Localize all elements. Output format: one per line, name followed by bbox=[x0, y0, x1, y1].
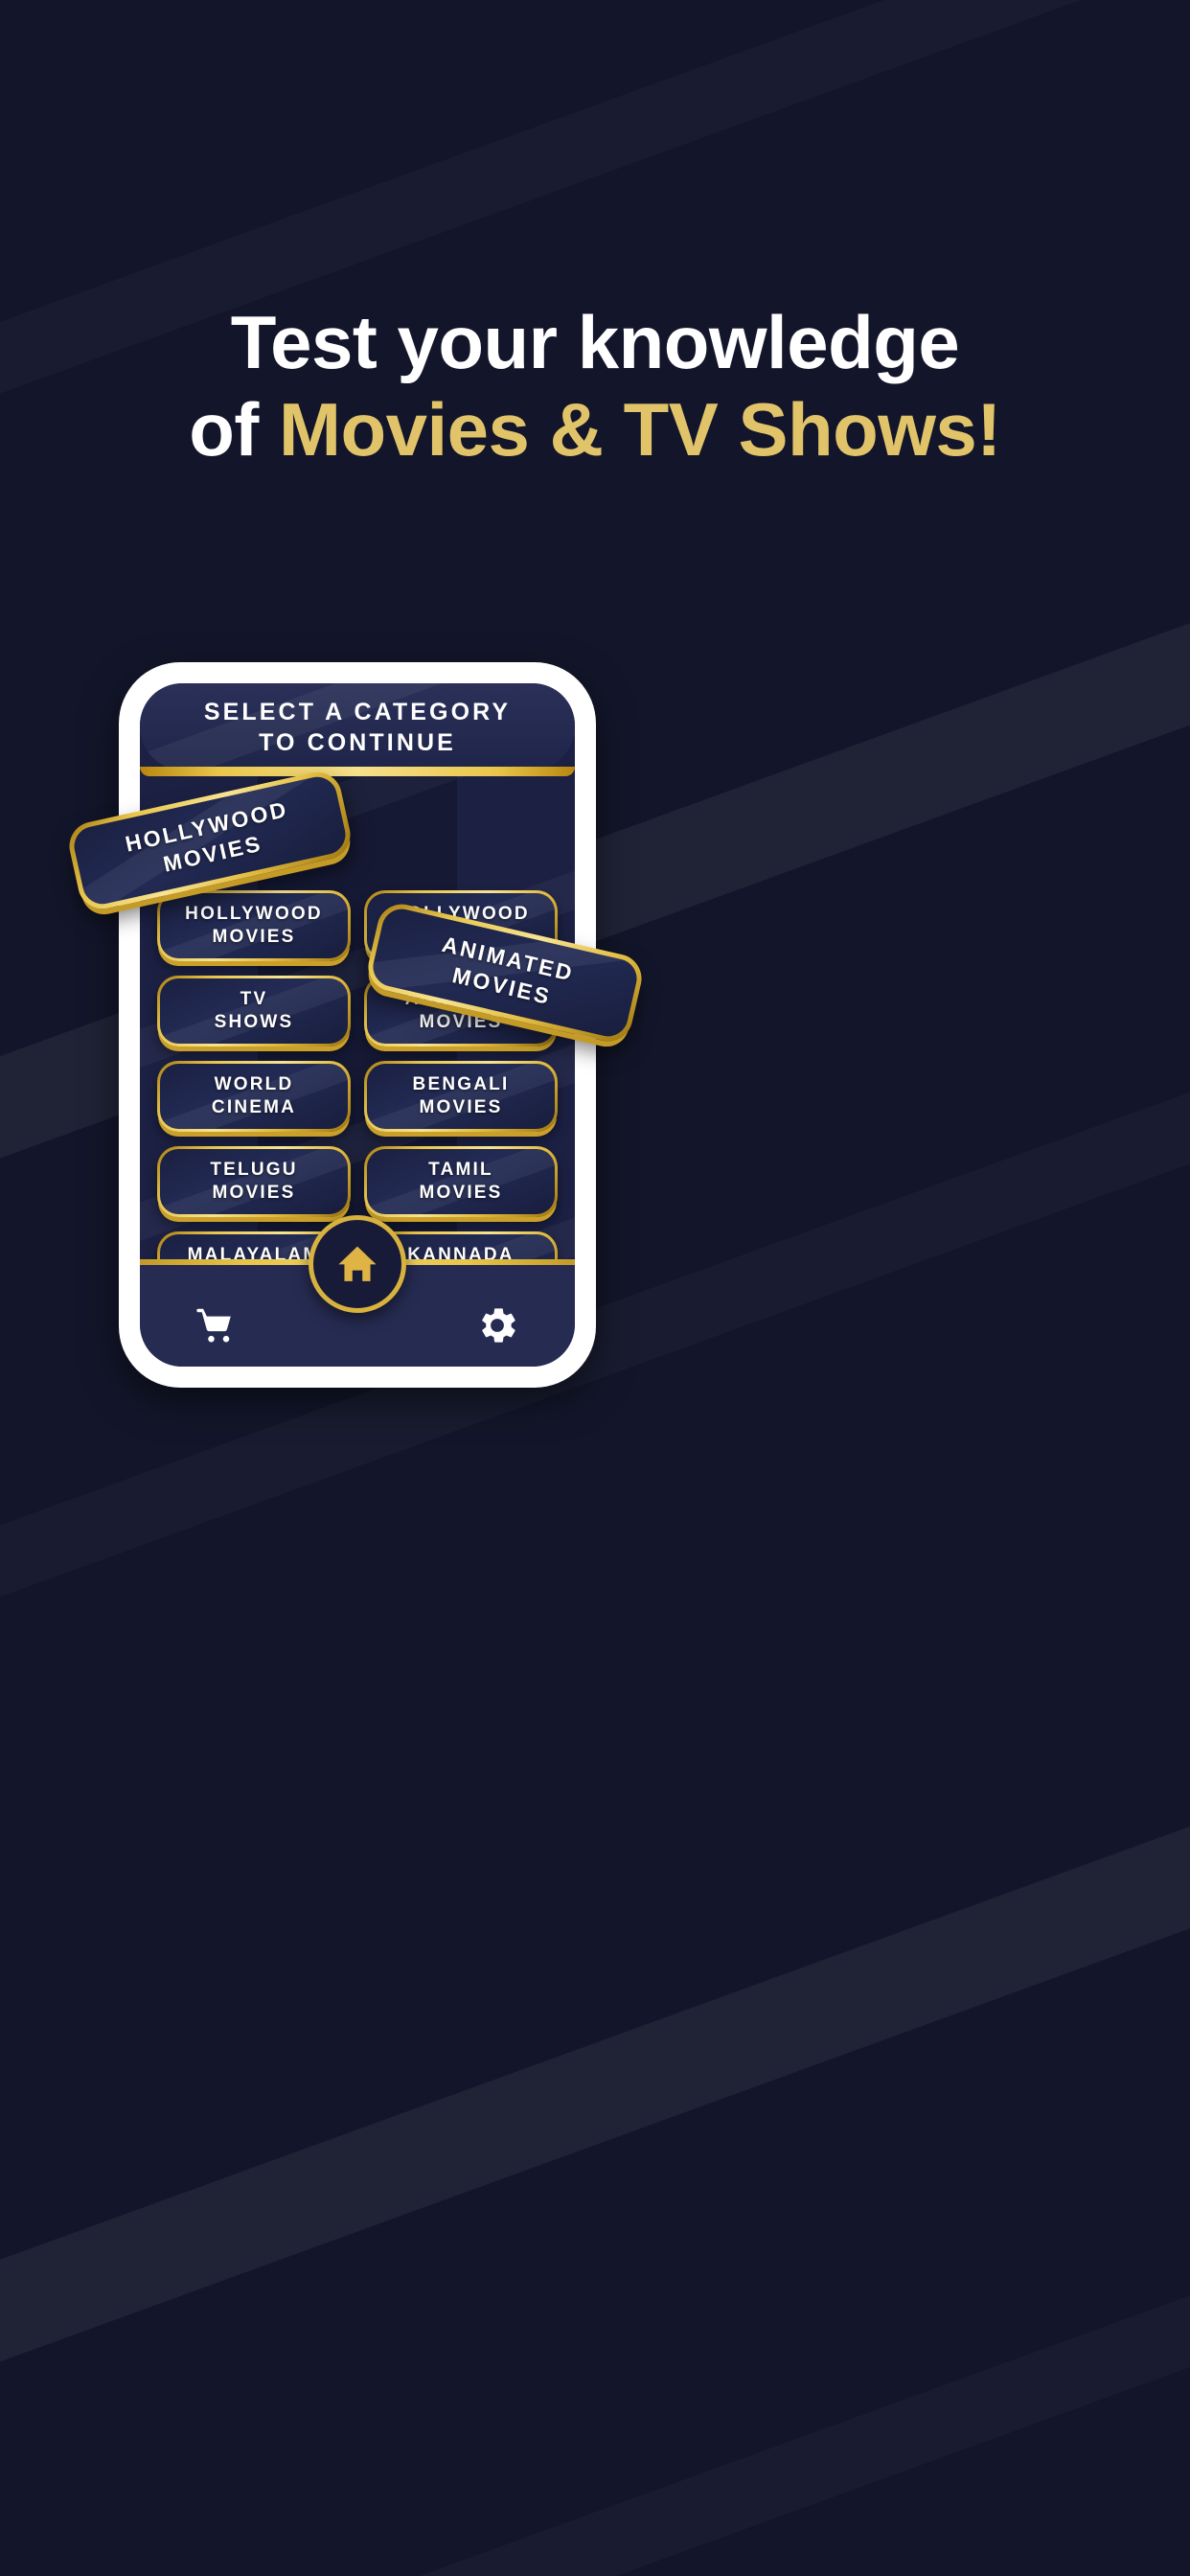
bottom-navigation-bar bbox=[140, 1215, 575, 1367]
category-button-tv-shows[interactable]: TV SHOWS bbox=[157, 976, 351, 1046]
category-label: TV SHOWS bbox=[214, 989, 294, 1032]
category-button-world-cinema[interactable]: WORLD CINEMA bbox=[157, 1061, 351, 1132]
category-label: WORLD CINEMA bbox=[211, 1074, 297, 1117]
headline-line-2: of Movies & TV Shows! bbox=[0, 386, 1190, 473]
category-button-telugu-movies[interactable]: TELUGU MOVIES bbox=[157, 1146, 351, 1217]
phone-mockup: SELECT A CATEGORY TO CONTINUE HOLLYWOOD … bbox=[64, 662, 647, 1388]
category-label: HOLLYWOOD MOVIES bbox=[185, 904, 323, 947]
category-label: TELUGU MOVIES bbox=[210, 1160, 298, 1203]
category-label: BENGALI MOVIES bbox=[412, 1074, 510, 1117]
home-icon bbox=[338, 1246, 377, 1281]
banner-text: SELECT A CATEGORY TO CONTINUE bbox=[204, 697, 511, 758]
gear-icon[interactable] bbox=[471, 1300, 523, 1351]
category-button-tamil-movies[interactable]: TAMIL MOVIES bbox=[364, 1146, 558, 1217]
headline-line-1: Test your knowledge bbox=[230, 300, 960, 384]
phone-screen: SELECT A CATEGORY TO CONTINUE HOLLYWOOD … bbox=[140, 683, 575, 1367]
banner-gold-edge bbox=[140, 767, 575, 776]
category-cell: BENGALI MOVIES bbox=[364, 1061, 558, 1132]
category-cell: TAMIL MOVIES bbox=[364, 1146, 558, 1217]
category-cell: WORLD CINEMA bbox=[157, 1061, 351, 1132]
headline: Test your knowledge of Movies & TV Shows… bbox=[0, 299, 1190, 474]
banner-line-1: SELECT A CATEGORY bbox=[203, 698, 512, 725]
category-row: WORLD CINEMA BENGALI MOVIES bbox=[157, 1061, 558, 1132]
category-button-hollywood-movies[interactable]: HOLLYWOOD MOVIES bbox=[157, 890, 351, 961]
home-button[interactable] bbox=[309, 1215, 406, 1313]
category-cell: TV SHOWS bbox=[157, 976, 351, 1046]
select-category-banner: SELECT A CATEGORY TO CONTINUE bbox=[140, 683, 575, 777]
category-label: TAMIL MOVIES bbox=[419, 1160, 503, 1203]
headline-line-2-gold: Movies & TV Shows! bbox=[279, 387, 1001, 472]
shopping-cart-icon[interactable] bbox=[192, 1300, 243, 1351]
headline-line-2-white: of bbox=[189, 387, 279, 472]
category-row: TELUGU MOVIES TAMIL MOVIES bbox=[157, 1146, 558, 1217]
banner-line-2: TO CONTINUE bbox=[259, 728, 456, 756]
category-button-bengali-movies[interactable]: BENGALI MOVIES bbox=[364, 1061, 558, 1132]
tilted-category-label: ANIMATED MOVIES bbox=[439, 931, 577, 1010]
category-cell: HOLLYWOOD MOVIES bbox=[157, 890, 351, 961]
app-store-screenshot: Test your knowledge of Movies & TV Shows… bbox=[0, 0, 1190, 2576]
category-cell: TELUGU MOVIES bbox=[157, 1146, 351, 1217]
